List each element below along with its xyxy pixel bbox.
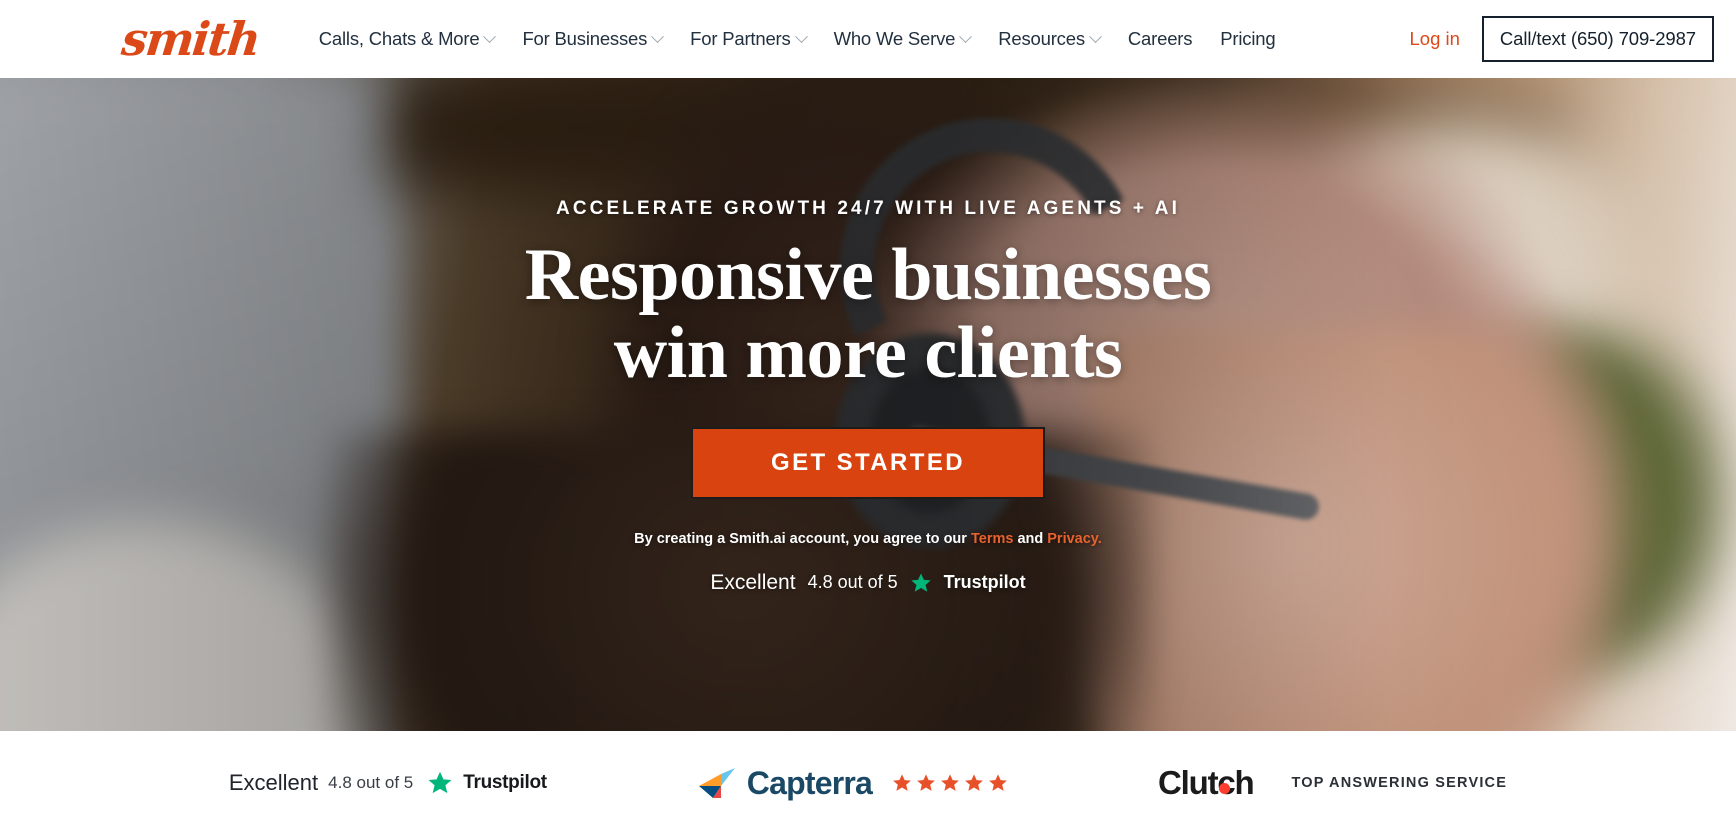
disclaimer-text: By creating a Smith.ai account, you agre…	[634, 530, 971, 547]
hero-headline-line2: win more clients	[613, 312, 1123, 395]
nav-item-label: For Partners	[690, 28, 791, 49]
login-link[interactable]: Log in	[1410, 28, 1460, 50]
terms-link[interactable]: Terms	[971, 531, 1013, 547]
hero-headline: Responsive businesses win more clients	[525, 236, 1212, 393]
trustpilot-badge[interactable]: Excellent 4.8 out of 5 Trustpilot	[229, 770, 547, 796]
nav-item-label: Resources	[998, 28, 1085, 49]
call-text-button[interactable]: Call/text (650) 709-2987	[1481, 16, 1714, 62]
hero-headline-line1: Responsive businesses	[524, 234, 1212, 316]
trustpilot-brand: Trustpilot	[943, 572, 1026, 593]
clutch-badge[interactable]: Clutch TOP ANSWERING SERVICE	[1158, 764, 1507, 802]
nav-item-for-partners[interactable]: For Partners	[676, 28, 819, 50]
capterra-mark-icon	[698, 768, 735, 798]
clutch-wordmark: Clutch	[1158, 764, 1255, 802]
star-icon	[893, 774, 911, 791]
capterra-wordmark: Capterra	[746, 764, 873, 801]
nav-item-pricing[interactable]: Pricing	[1206, 28, 1289, 50]
nav-item-label: For Businesses	[522, 28, 648, 49]
star-icon	[917, 774, 935, 791]
trustpilot-star-icon	[910, 573, 931, 592]
main-navigation: smith Calls, Chats & More For Businesses…	[0, 0, 1736, 78]
nav-item-label: Who We Serve	[833, 28, 956, 49]
trustpilot-brand: Trustpilot	[463, 772, 547, 793]
star-icon	[989, 774, 1007, 791]
clutch-name: Clutch	[1158, 764, 1255, 801]
nav-actions: Log in Call/text (650) 709-2987	[1410, 16, 1716, 62]
hero-section: ACCELERATE GROWTH 24/7 WITH LIVE AGENTS …	[0, 78, 1736, 731]
trustpilot-rating-word: Excellent	[228, 770, 319, 795]
star-icon	[965, 774, 983, 791]
disclaimer-and: and	[1013, 530, 1048, 547]
hero-disclaimer: By creating a Smith.ai account, you agre…	[634, 531, 1102, 547]
trustpilot-score: 4.8 out of 5	[807, 572, 898, 593]
hero-content: ACCELERATE GROWTH 24/7 WITH LIVE AGENTS …	[0, 78, 1736, 731]
nav-item-label: Careers	[1127, 28, 1193, 49]
get-started-button[interactable]: GET STARTED	[691, 426, 1045, 499]
smith-logo[interactable]: smith	[119, 12, 261, 66]
nav-item-label: Pricing	[1220, 28, 1276, 49]
privacy-link[interactable]: Privacy.	[1047, 531, 1102, 547]
chevron-down-icon	[794, 29, 808, 43]
chevron-down-icon	[483, 29, 497, 43]
hero-eyebrow: ACCELERATE GROWTH 24/7 WITH LIVE AGENTS …	[556, 198, 1180, 219]
nav-item-label: Calls, Chats & More	[318, 28, 480, 49]
hero-trustpilot-rating[interactable]: Excellent 4.8 out of 5 Trustpilot	[710, 571, 1025, 595]
nav-links: Calls, Chats & More For Businesses For P…	[305, 28, 1290, 50]
capterra-stars	[892, 773, 1008, 793]
page-root: smith Calls, Chats & More For Businesses…	[0, 0, 1736, 835]
social-proof-bar: Excellent 4.8 out of 5 Trustpilot Capter…	[0, 731, 1736, 835]
capterra-badge[interactable]: Capterra	[697, 765, 1008, 802]
nav-item-who-we-serve[interactable]: Who We Serve	[820, 28, 985, 50]
nav-item-resources[interactable]: Resources	[984, 28, 1114, 50]
trustpilot-star-icon	[428, 771, 452, 794]
nav-item-for-businesses[interactable]: For Businesses	[508, 28, 676, 50]
trustpilot-rating-word: Excellent	[710, 570, 796, 594]
clutch-tagline: TOP ANSWERING SERVICE	[1291, 775, 1508, 791]
chevron-down-icon	[959, 29, 973, 43]
star-icon	[941, 774, 959, 791]
chevron-down-icon	[1089, 29, 1102, 43]
nav-item-calls-chats-more[interactable]: Calls, Chats & More	[305, 28, 509, 50]
trustpilot-score: 4.8 out of 5	[328, 773, 414, 792]
nav-item-careers[interactable]: Careers	[1114, 28, 1206, 50]
chevron-down-icon	[651, 29, 665, 43]
